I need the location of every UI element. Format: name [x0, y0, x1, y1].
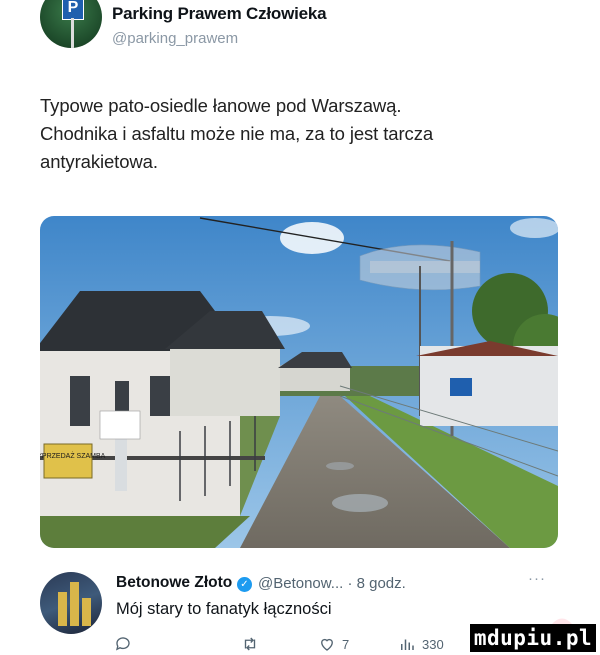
post-text-line: Typowe pato-osiedle łanowe pod Warszawą. — [40, 95, 402, 116]
gold-bar — [58, 592, 67, 626]
view-count: 330 — [422, 636, 444, 652]
parking-sign-icon: P — [62, 0, 84, 20]
photo-scene: WYPRZEDAŻ SZAMBA — [40, 216, 558, 548]
reply-text: Mój stary to fanatyk łączności — [116, 600, 332, 618]
reply-author-name[interactable]: Betonowe Złoto — [116, 574, 232, 592]
post-text-line: antyrakietowa. — [40, 151, 158, 172]
post-photo[interactable]: WYPRZEDAŻ SZAMBA — [40, 216, 558, 548]
views-action[interactable]: 330 — [398, 634, 444, 654]
photo-sign-text: WYPRZEDAŻ SZAMBA — [40, 451, 106, 460]
sign-pole — [71, 18, 74, 48]
post-text: Typowe pato-osiedle łanowe pod Warszawą.… — [40, 92, 560, 176]
bar-chart-icon — [401, 639, 414, 650]
reply-avatar[interactable] — [40, 572, 102, 634]
reply-meta[interactable]: @Betonow... · 8 godz. — [258, 575, 406, 592]
watermark: mdupiu.pl — [470, 624, 596, 652]
author-name[interactable]: Parking Prawem Człowieka — [112, 4, 327, 24]
verified-badge-icon: ✓ — [237, 577, 252, 592]
comment-icon — [115, 637, 130, 651]
reply-action[interactable] — [114, 634, 138, 654]
like-action[interactable]: 7 — [318, 634, 349, 654]
gold-bar — [70, 582, 79, 626]
retweet-icon — [244, 637, 256, 651]
author-avatar[interactable]: P — [40, 0, 102, 48]
more-options-icon[interactable]: ··· — [528, 570, 546, 587]
author-handle[interactable]: @parking_prawem — [112, 30, 238, 47]
retweet-action[interactable] — [240, 634, 266, 654]
post-text-line: Chodnika i asfaltu może nie ma, za to je… — [40, 123, 434, 144]
heart-icon — [321, 638, 333, 651]
like-count: 7 — [342, 636, 350, 652]
gold-bar — [82, 598, 91, 626]
